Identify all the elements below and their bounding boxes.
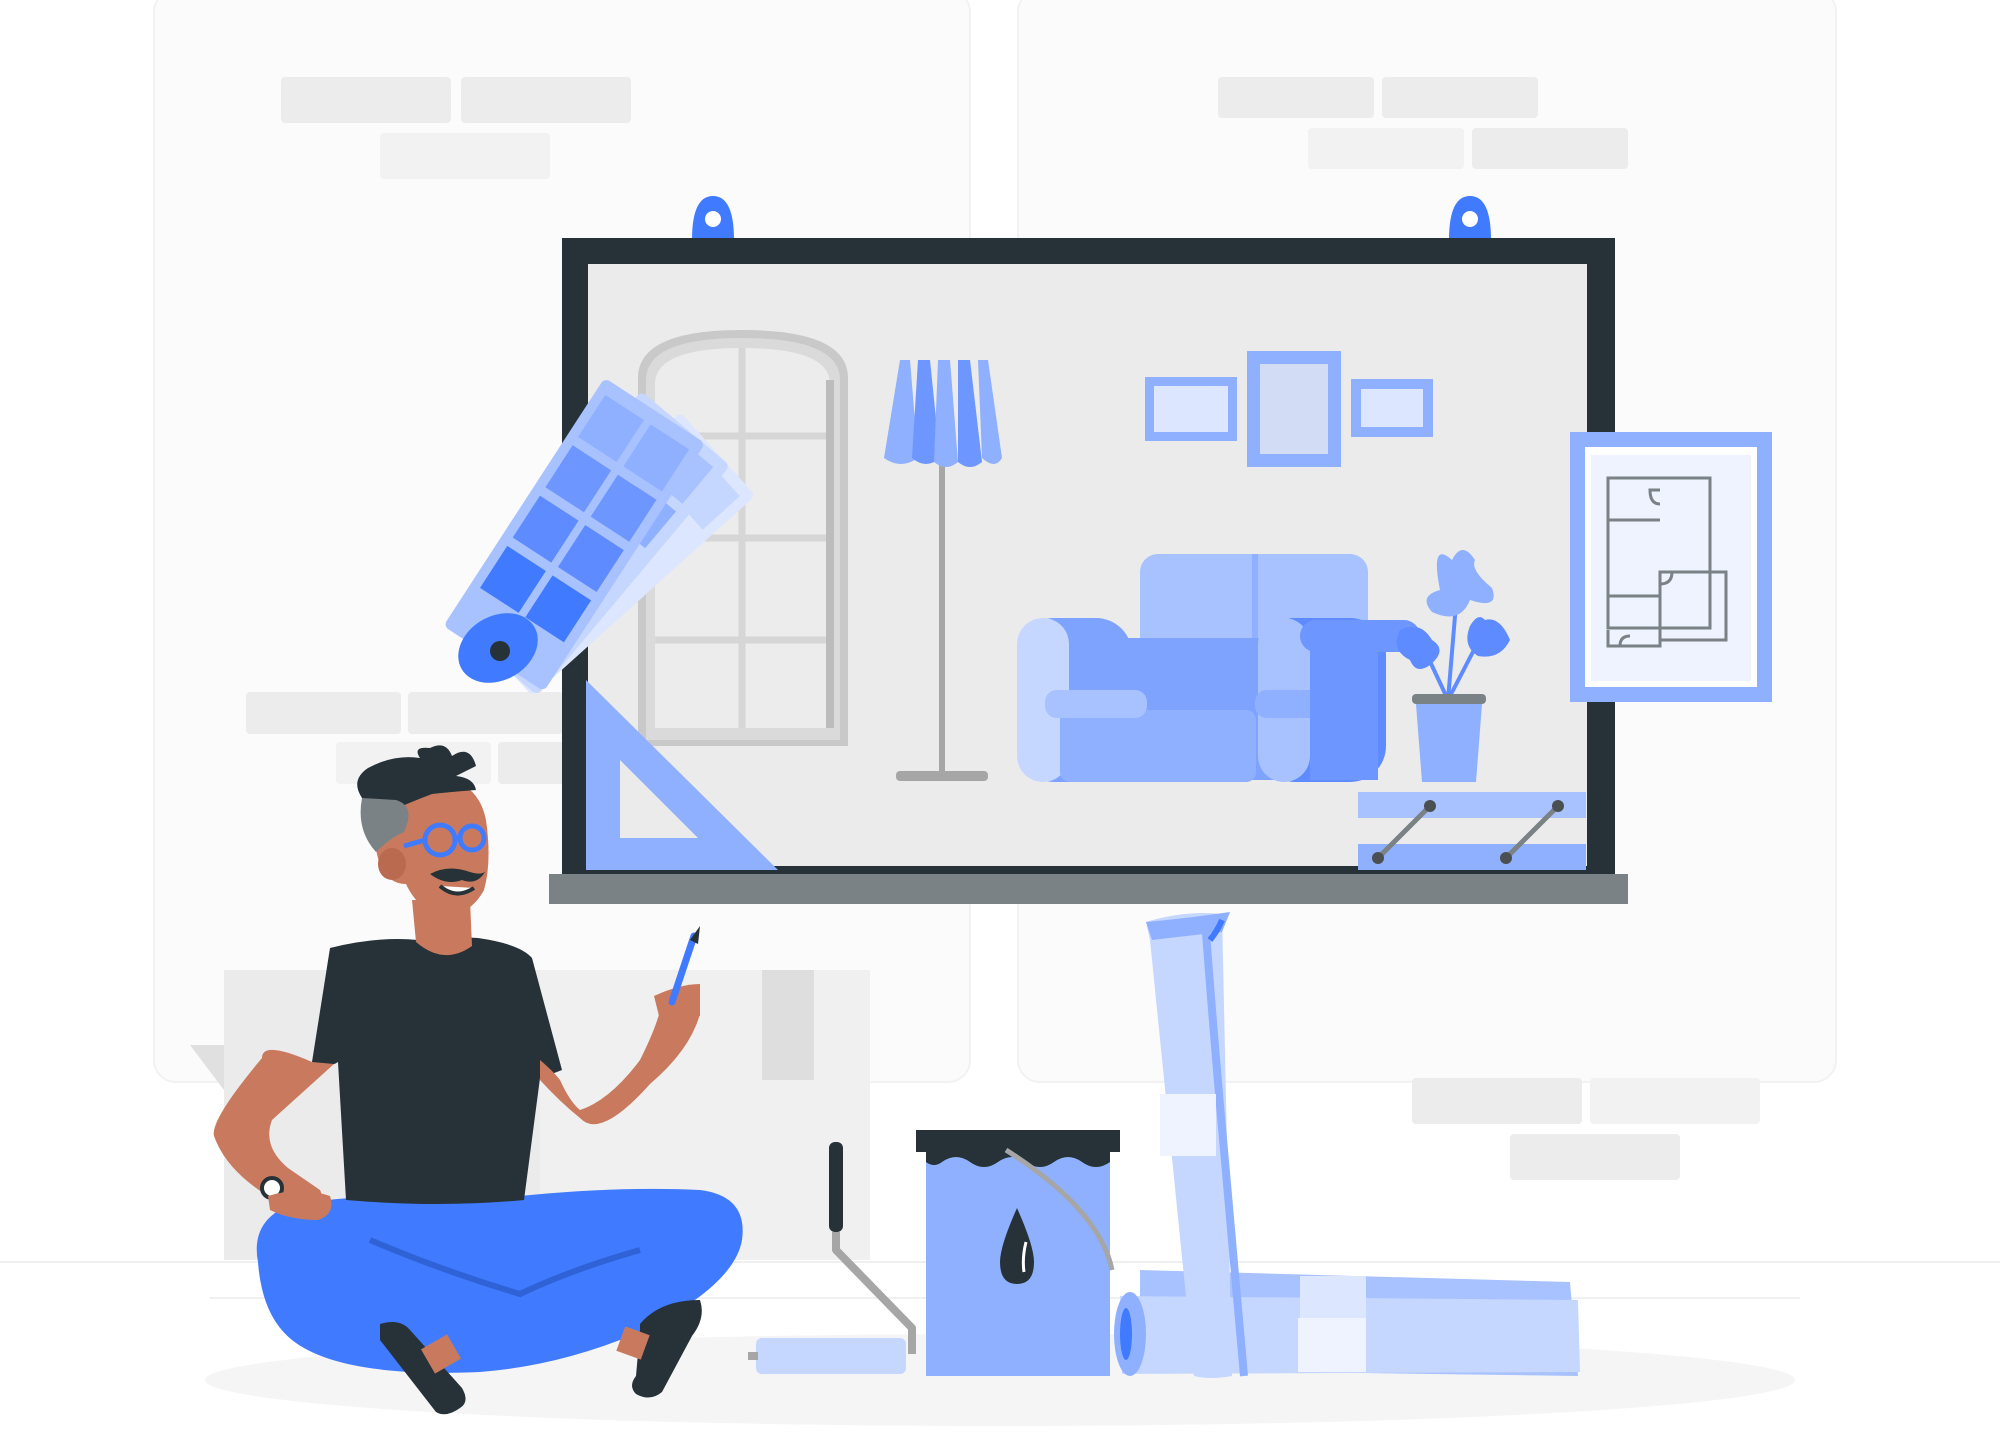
board-ledge <box>549 874 1628 904</box>
floor-plan-icon <box>1570 432 1772 702</box>
interior-design-illustration <box>0 0 2000 1426</box>
illustration-stage <box>0 0 2000 1455</box>
paint-bucket-icon <box>916 1130 1120 1376</box>
